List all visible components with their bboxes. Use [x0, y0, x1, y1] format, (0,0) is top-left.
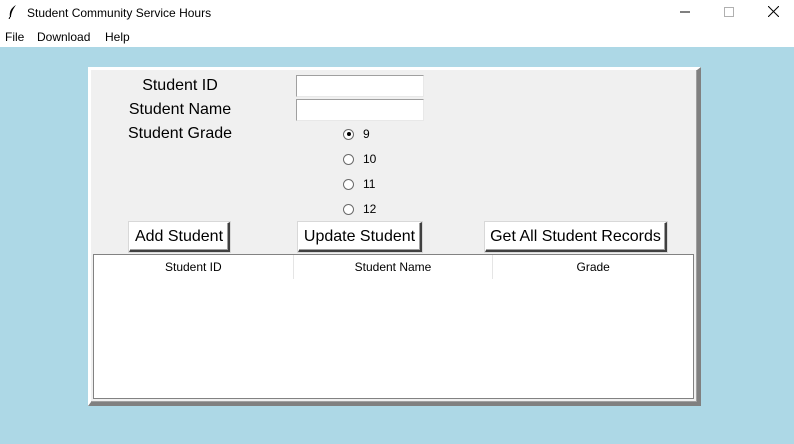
window-title: Student Community Service Hours: [27, 6, 212, 20]
student-grade-label: Student Grade: [127, 125, 233, 142]
grade-radio-label: 9: [363, 127, 370, 141]
table-header: Student ID Student Name Grade: [94, 255, 693, 279]
column-header-grade[interactable]: Grade: [493, 255, 693, 279]
radio-unselected-icon: [343, 153, 354, 165]
radio-unselected-icon: [343, 203, 354, 215]
student-name-input[interactable]: [296, 99, 424, 121]
minimize-button[interactable]: [662, 0, 708, 26]
update-student-button[interactable]: Update Student: [298, 222, 422, 252]
column-header-student-id[interactable]: Student ID: [94, 255, 294, 279]
title-bar: Student Community Service Hours: [0, 0, 794, 26]
grade-radio-label: 12: [363, 202, 377, 216]
grade-radio-10[interactable]: 10: [343, 152, 376, 166]
close-button[interactable]: [750, 0, 794, 26]
student-id-label: Student ID: [142, 77, 218, 94]
student-records-table[interactable]: Student ID Student Name Grade: [93, 254, 694, 399]
maximize-icon: [724, 6, 734, 20]
feather-icon: [8, 5, 18, 22]
radio-unselected-icon: [343, 178, 354, 190]
grade-radio-12[interactable]: 12: [343, 202, 376, 216]
grade-radio-label: 10: [363, 152, 377, 166]
student-id-input[interactable]: [296, 75, 424, 97]
menu-help[interactable]: Help: [105, 30, 130, 44]
minimize-icon: [680, 6, 690, 20]
grade-radio-11[interactable]: 11: [343, 177, 375, 191]
column-header-student-name[interactable]: Student Name: [294, 255, 494, 279]
student-name-label: Student Name: [128, 101, 232, 118]
close-icon: [767, 5, 779, 20]
grade-radio-label: 11: [363, 177, 376, 191]
menu-bar: File Download Help: [0, 26, 794, 47]
radio-selected-icon: [343, 128, 354, 140]
menu-file[interactable]: File: [5, 30, 24, 44]
add-student-button[interactable]: Add Student: [129, 222, 230, 252]
menu-download[interactable]: Download: [37, 30, 90, 44]
student-form-frame: Student ID Student Name Student Grade 9 …: [88, 67, 701, 406]
grade-radio-9[interactable]: 9: [343, 127, 370, 141]
maximize-button[interactable]: [706, 0, 752, 26]
get-all-records-button[interactable]: Get All Student Records: [485, 222, 667, 252]
